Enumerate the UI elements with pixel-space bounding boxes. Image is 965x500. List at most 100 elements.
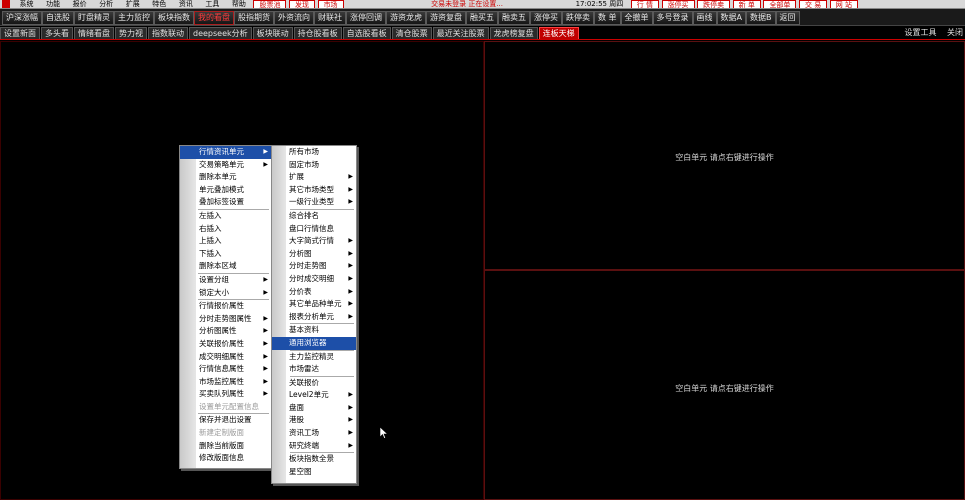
layout-tab[interactable]: 龙虎榜复盘 xyxy=(489,27,538,39)
toolbar-button[interactable]: 全撤单 xyxy=(620,11,653,25)
toolbar-button[interactable]: 财联社 xyxy=(314,11,346,25)
menu-item[interactable]: 星空图 xyxy=(272,466,356,479)
menu-item[interactable]: 盘面 ▶ xyxy=(272,402,356,415)
menu-item[interactable]: 分时走势图 ▶ xyxy=(272,260,356,273)
menu-item[interactable]: 分析图 ▶ xyxy=(272,248,356,261)
menu-item[interactable]: 关联报价 xyxy=(272,377,356,390)
menu-help[interactable]: 帮助 xyxy=(227,0,251,8)
toolbar-button[interactable]: 盯盘精灵 xyxy=(74,11,114,25)
layout-tab[interactable]: 持仓股看板 xyxy=(293,27,342,39)
menu-item[interactable]: 大字简式行情 ▶ xyxy=(272,235,356,248)
menu-item[interactable]: 修改版面信息 xyxy=(180,452,271,465)
menu-item[interactable]: 综合排名 xyxy=(272,210,356,223)
toolbar-button[interactable]: 自选股 xyxy=(42,11,74,25)
menu-item[interactable]: 基本资料 xyxy=(272,324,356,337)
layout-tab[interactable]: 多头看 xyxy=(41,27,73,39)
toolbar-button[interactable]: 外资流向 xyxy=(274,11,314,25)
menu-item[interactable]: 删除本区域 xyxy=(180,260,271,273)
toolbar-button[interactable]: 主力监控 xyxy=(114,11,154,25)
toolbar-button[interactable]: 数据A xyxy=(716,11,747,25)
menu-item[interactable]: 左插入 xyxy=(180,210,271,223)
layout-tab[interactable]: 设置新面 xyxy=(0,27,40,39)
toolbar-button[interactable]: 我的看盘 xyxy=(194,11,234,25)
menu-item[interactable]: 分价表 ▶ xyxy=(272,286,356,299)
quote-top-button[interactable]: 行 情 xyxy=(630,0,660,8)
layout-tab[interactable]: 清仓股票 xyxy=(391,27,432,39)
menu-item[interactable]: 固定市场 xyxy=(272,159,356,172)
menu-feature[interactable]: 特色 xyxy=(147,0,171,8)
menu-analysis[interactable]: 分析 xyxy=(94,0,118,8)
right-top-pane[interactable]: 空白单元 请点右键进行操作 xyxy=(484,41,965,270)
menu-item[interactable]: 所有市场 xyxy=(272,146,356,159)
market-button[interactable]: 市场 xyxy=(317,0,344,8)
menu-item[interactable]: 关联报价属性 ▶ xyxy=(180,338,271,351)
toolbar-button[interactable]: 跌停卖 xyxy=(562,11,594,25)
layout-tab[interactable]: 情绪看盘 xyxy=(74,27,114,39)
menu-item[interactable]: 市场雷达 xyxy=(272,363,356,376)
menu-item[interactable]: 板块指数全景 xyxy=(272,453,356,466)
menu-item[interactable]: 分析图属性 ▶ xyxy=(180,325,271,338)
layout-tab[interactable]: 自选股看板 xyxy=(342,27,391,39)
menu-item[interactable]: 删除本单元 xyxy=(180,171,271,184)
menu-item[interactable]: 锁定大小 ▶ xyxy=(180,287,271,300)
toolbar-button[interactable]: 游资龙虎 xyxy=(386,11,426,25)
menu-item[interactable]: 交易策略单元 ▶ xyxy=(180,159,271,172)
new-order-top-button[interactable]: 新 单 xyxy=(732,0,761,8)
right-bottom-pane[interactable]: 空白单元 请点右键进行操作 xyxy=(484,270,965,500)
menu-item[interactable]: 删除当前版面 xyxy=(180,440,271,453)
menu-item[interactable]: 盘口行情信息 xyxy=(272,223,356,236)
menu-item[interactable]: 分时走势图属性 ▶ xyxy=(180,313,271,326)
menu-item[interactable]: 研究终端 ▶ xyxy=(272,440,356,453)
close-button[interactable]: 关闭 xyxy=(947,28,963,37)
menu-item[interactable]: 其它单品种单元 ▶ xyxy=(272,298,356,311)
menu-quote[interactable]: 报价 xyxy=(68,0,92,8)
toolbar-button[interactable]: 游资复盘 xyxy=(426,11,466,25)
website-top-button[interactable]: 网 站 xyxy=(829,0,858,8)
settings-tools-button[interactable]: 设置工具 xyxy=(904,28,936,37)
toolbar-button[interactable]: 融买五 xyxy=(466,11,498,25)
menu-item[interactable]: 市场监控属性 ▶ xyxy=(180,376,271,389)
menu-item[interactable]: 下插入 xyxy=(180,248,271,261)
menu-item[interactable]: 买卖队列属性 ▶ xyxy=(180,388,271,401)
menu-item[interactable]: 分时成交明细 ▶ xyxy=(272,273,356,286)
layout-tab[interactable]: 板块联动 xyxy=(252,27,293,39)
menu-item[interactable]: 主力监控精灵 xyxy=(272,351,356,364)
menu-item[interactable]: 右插入 xyxy=(180,223,271,236)
menu-item[interactable]: 通用浏览器 xyxy=(272,336,356,350)
menu-tools[interactable]: 工具 xyxy=(200,0,224,8)
toolbar-button[interactable]: 涨停回调 xyxy=(346,11,386,25)
toolbar-button[interactable]: 画线 xyxy=(692,11,717,25)
menu-function[interactable]: 功能 xyxy=(41,0,65,8)
menu-system[interactable]: 系统 xyxy=(15,0,39,8)
menu-item[interactable]: 其它市场类型 ▶ xyxy=(272,184,356,197)
menu-extend[interactable]: 扩展 xyxy=(121,0,145,8)
menu-news[interactable]: 资讯 xyxy=(174,0,198,8)
menu-item[interactable]: 资讯工场 ▶ xyxy=(272,427,356,440)
menu-item[interactable]: 港股 ▶ xyxy=(272,414,356,427)
layout-tab[interactable]: deepseek分析 xyxy=(189,27,252,39)
limit-up-buy-top-button[interactable]: 涨停买 xyxy=(661,0,695,8)
discover-button[interactable]: 发现 xyxy=(289,0,316,8)
menu-item[interactable]: 一级行业类型 ▶ xyxy=(272,196,356,209)
toolbar-button[interactable]: 沪深涨幅 xyxy=(2,11,42,25)
toolbar-button[interactable]: 数据B xyxy=(746,11,776,25)
menu-item[interactable]: 行情资讯单元 ▶ xyxy=(180,146,271,159)
toolbar-button[interactable]: 板块指数 xyxy=(154,11,194,25)
menu-item[interactable]: 成交明细属性 ▶ xyxy=(180,351,271,364)
layout-tab[interactable]: 势力视 xyxy=(115,27,147,39)
toolbar-button[interactable]: 涨停买 xyxy=(530,11,562,25)
menu-item[interactable]: 行情报价属性 xyxy=(180,300,271,313)
menu-item[interactable]: 设置分组 ▶ xyxy=(180,274,271,287)
trade-top-button[interactable]: 交 易 xyxy=(798,0,828,8)
menu-item[interactable]: 叠加标签设置 xyxy=(180,196,271,209)
toolbar-button[interactable]: 返回 xyxy=(775,11,800,25)
menu-item[interactable]: Level2单元 ▶ xyxy=(272,389,356,402)
toolbar-button[interactable]: 融卖五 xyxy=(498,11,530,25)
menu-item[interactable]: 扩展 ▶ xyxy=(272,171,356,184)
all-orders-top-button[interactable]: 全部单 xyxy=(763,0,797,8)
toolbar-button[interactable]: 数 单 xyxy=(594,11,621,25)
layout-tab[interactable]: 指数联动 xyxy=(148,27,188,39)
menu-item[interactable]: 保存并退出设置 xyxy=(180,414,271,427)
toolbar-button[interactable]: 股指期货 xyxy=(234,11,274,25)
toolbar-button[interactable]: 多号登录 xyxy=(652,11,693,25)
